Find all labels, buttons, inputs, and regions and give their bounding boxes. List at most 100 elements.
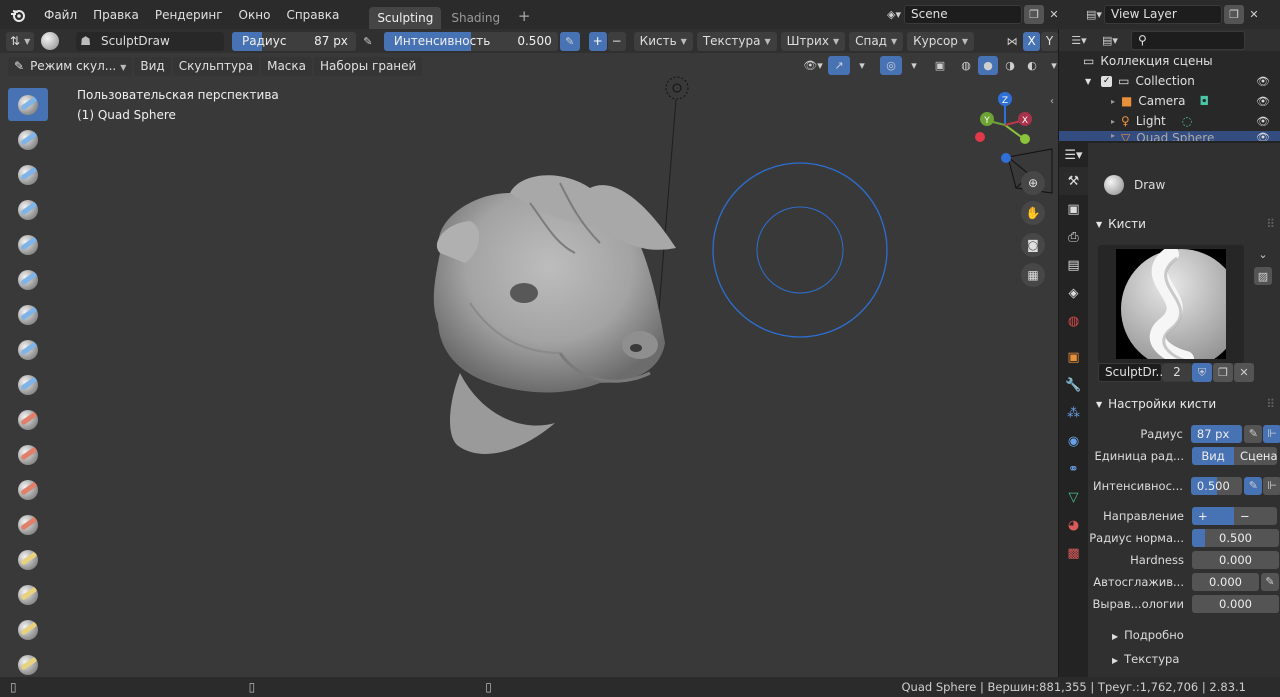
- strength-curve-icon[interactable]: ⊩: [1263, 476, 1280, 495]
- strength-slider[interactable]: Интенсивность 0.500: [383, 31, 558, 51]
- delete-view-layer-icon[interactable]: ✕: [1244, 5, 1264, 24]
- tool-button[interactable]: [8, 438, 48, 471]
- outliner-item-quad-sphere[interactable]: ▸ ▽ Quad Sphere 👁: [1059, 131, 1280, 141]
- solid-shading-icon[interactable]: ●: [978, 56, 998, 75]
- eye-icon[interactable]: 👁: [1256, 95, 1270, 108]
- overlay-options-icon[interactable]: ▾: [904, 56, 924, 75]
- unit-view-button[interactable]: Вид: [1192, 446, 1234, 465]
- gizmo-options-icon[interactable]: ▾: [852, 56, 872, 75]
- tool-button[interactable]: [8, 543, 48, 576]
- view-layer-field[interactable]: View Layer: [1104, 4, 1222, 24]
- mode-selector[interactable]: ✎ Режим скул... ▼: [8, 56, 133, 76]
- tool-button[interactable]: [8, 613, 48, 646]
- radius-slider[interactable]: Радиус 87 px: [232, 31, 356, 51]
- direction-add-button[interactable]: +: [588, 31, 607, 51]
- falloff-dropdown[interactable]: Спад ▼: [849, 31, 904, 51]
- unit-scene-button[interactable]: Сцена: [1234, 446, 1278, 465]
- tool-button[interactable]: [8, 123, 48, 156]
- overlay-toggle-icon[interactable]: ◎: [880, 56, 902, 75]
- eye-icon[interactable]: 👁: [1256, 75, 1270, 88]
- tool-button[interactable]: [8, 263, 48, 296]
- wireframe-shading-icon[interactable]: ◍: [956, 56, 976, 75]
- zoom-icon[interactable]: ⊕: [1021, 171, 1045, 195]
- direction-add-button[interactable]: + Доб: [1192, 506, 1234, 541]
- topology-rake-field[interactable]: 0.000: [1192, 594, 1279, 613]
- scene-name-field[interactable]: Scene: [904, 4, 1022, 24]
- expand-icon[interactable]: ▸: [1111, 131, 1115, 140]
- tool-button[interactable]: [8, 578, 48, 611]
- tab-constraints[interactable]: ⚭: [1059, 455, 1088, 483]
- strength-field[interactable]: 0.500: [1190, 476, 1243, 495]
- outliner-item-camera[interactable]: ▸ ■ Camera ◘ 👁: [1059, 91, 1280, 111]
- symmetry-icon[interactable]: ⋈: [1002, 32, 1022, 51]
- 3d-viewport[interactable]: Z Y X ‹ Пользовательская перспектива (1)…: [0, 53, 1058, 677]
- gizmo-toggle-icon[interactable]: ↗: [828, 56, 850, 75]
- menu-mask[interactable]: Маска: [261, 56, 312, 76]
- direction-subtract-button[interactable]: −: [607, 31, 626, 51]
- tab-shading[interactable]: Shading: [443, 7, 508, 29]
- tool-button[interactable]: [8, 88, 48, 121]
- tab-view-layer[interactable]: ▤: [1059, 251, 1088, 279]
- properties-editor-icon[interactable]: ☰▾: [1059, 143, 1088, 167]
- tab-particles[interactable]: ⁂: [1059, 399, 1088, 427]
- visibility-icon[interactable]: 👁▾: [800, 56, 826, 75]
- tool-button[interactable]: [8, 193, 48, 226]
- outliner-editor-icon[interactable]: ☰▾: [1063, 31, 1095, 50]
- delete-scene-icon[interactable]: ✕: [1044, 5, 1064, 24]
- menu-view[interactable]: Вид: [134, 56, 171, 76]
- texture-dropdown[interactable]: Текстура ▼: [696, 31, 777, 51]
- duplicate-brush-icon[interactable]: ❐: [1213, 363, 1233, 382]
- unlink-brush-icon[interactable]: ✕: [1234, 363, 1254, 382]
- symmetry-x-button[interactable]: X: [1023, 31, 1041, 51]
- editor-type-icon[interactable]: ⇅ ▼: [6, 31, 35, 51]
- tool-button[interactable]: [8, 333, 48, 366]
- expand-icon[interactable]: ▸: [1111, 117, 1115, 126]
- menu-sculpt[interactable]: Скульптура: [172, 56, 260, 76]
- menu-edit[interactable]: Правка: [85, 4, 147, 26]
- brush-menu-chevron-icon[interactable]: ⌄: [1254, 245, 1272, 264]
- brush-dropdown[interactable]: Кисть ▼: [633, 31, 693, 51]
- outliner-scene-collection[interactable]: ▭ Коллекция сцены: [1059, 51, 1280, 71]
- radius-field[interactable]: 87 px: [1190, 424, 1243, 443]
- tab-object[interactable]: ▣: [1059, 343, 1088, 371]
- brush-datablock-name[interactable]: SculptDr...: [1098, 363, 1167, 382]
- eye-icon[interactable]: 👁: [1256, 115, 1270, 128]
- tool-button[interactable]: [8, 473, 48, 506]
- tab-modifiers[interactable]: 🔧: [1059, 371, 1088, 399]
- menu-face-sets[interactable]: Наборы граней: [314, 56, 423, 76]
- outliner-item-collection[interactable]: ▼ ✓ ▭ Collection 👁: [1059, 71, 1280, 91]
- tool-button[interactable]: [8, 368, 48, 401]
- tab-sculpting[interactable]: Sculpting: [369, 7, 442, 29]
- menu-file[interactable]: Файл: [36, 4, 85, 26]
- radius-pressure-icon[interactable]: ✎: [358, 32, 378, 51]
- hardness-field[interactable]: 0.000: [1192, 550, 1279, 569]
- tab-output[interactable]: ⎙: [1059, 223, 1088, 251]
- camera-view-icon[interactable]: ◙: [1021, 233, 1045, 257]
- menu-help[interactable]: Справка: [278, 4, 347, 26]
- outliner-item-light[interactable]: ▸ ♀ Light ◌ 👁: [1059, 111, 1280, 131]
- tab-texture[interactable]: ▩: [1059, 539, 1088, 567]
- outliner-search-input[interactable]: ⚲: [1131, 30, 1245, 50]
- normal-radius-field[interactable]: 0.500: [1192, 528, 1279, 547]
- strength-pressure-icon[interactable]: ✎: [559, 31, 580, 51]
- tab-tool[interactable]: ⚒: [1059, 167, 1088, 195]
- scene-icon[interactable]: ◈▾: [884, 5, 904, 24]
- material-shading-icon[interactable]: ◑: [1000, 56, 1020, 75]
- tool-button[interactable]: [8, 403, 48, 436]
- brush-users-count[interactable]: 2: [1162, 363, 1192, 382]
- radius-pressure-icon[interactable]: ✎: [1244, 424, 1263, 443]
- expand-icon[interactable]: ▼: [1085, 77, 1091, 86]
- tab-scene[interactable]: ◈: [1059, 279, 1088, 307]
- fake-user-shield-icon[interactable]: ⛨: [1192, 363, 1212, 382]
- texture-subpanel[interactable]: ▶ Текстура: [1112, 652, 1179, 666]
- strength-pressure-icon[interactable]: ✎: [1244, 476, 1263, 495]
- tab-material[interactable]: ◕: [1059, 511, 1088, 539]
- ortho-grid-icon[interactable]: ▦: [1021, 263, 1045, 287]
- brushes-panel-header[interactable]: ▼ Кисти ⠿: [1088, 213, 1280, 235]
- checkbox-icon[interactable]: ✓: [1101, 75, 1113, 87]
- autosmooth-field[interactable]: 0.000: [1192, 572, 1259, 591]
- tab-world[interactable]: ◍: [1059, 307, 1088, 335]
- drag-handle-icon[interactable]: ⠿: [1266, 397, 1275, 411]
- cursor-dropdown[interactable]: Курсор ▼: [907, 31, 975, 51]
- brush-selector[interactable]: ☗ SculptDraw: [76, 31, 225, 51]
